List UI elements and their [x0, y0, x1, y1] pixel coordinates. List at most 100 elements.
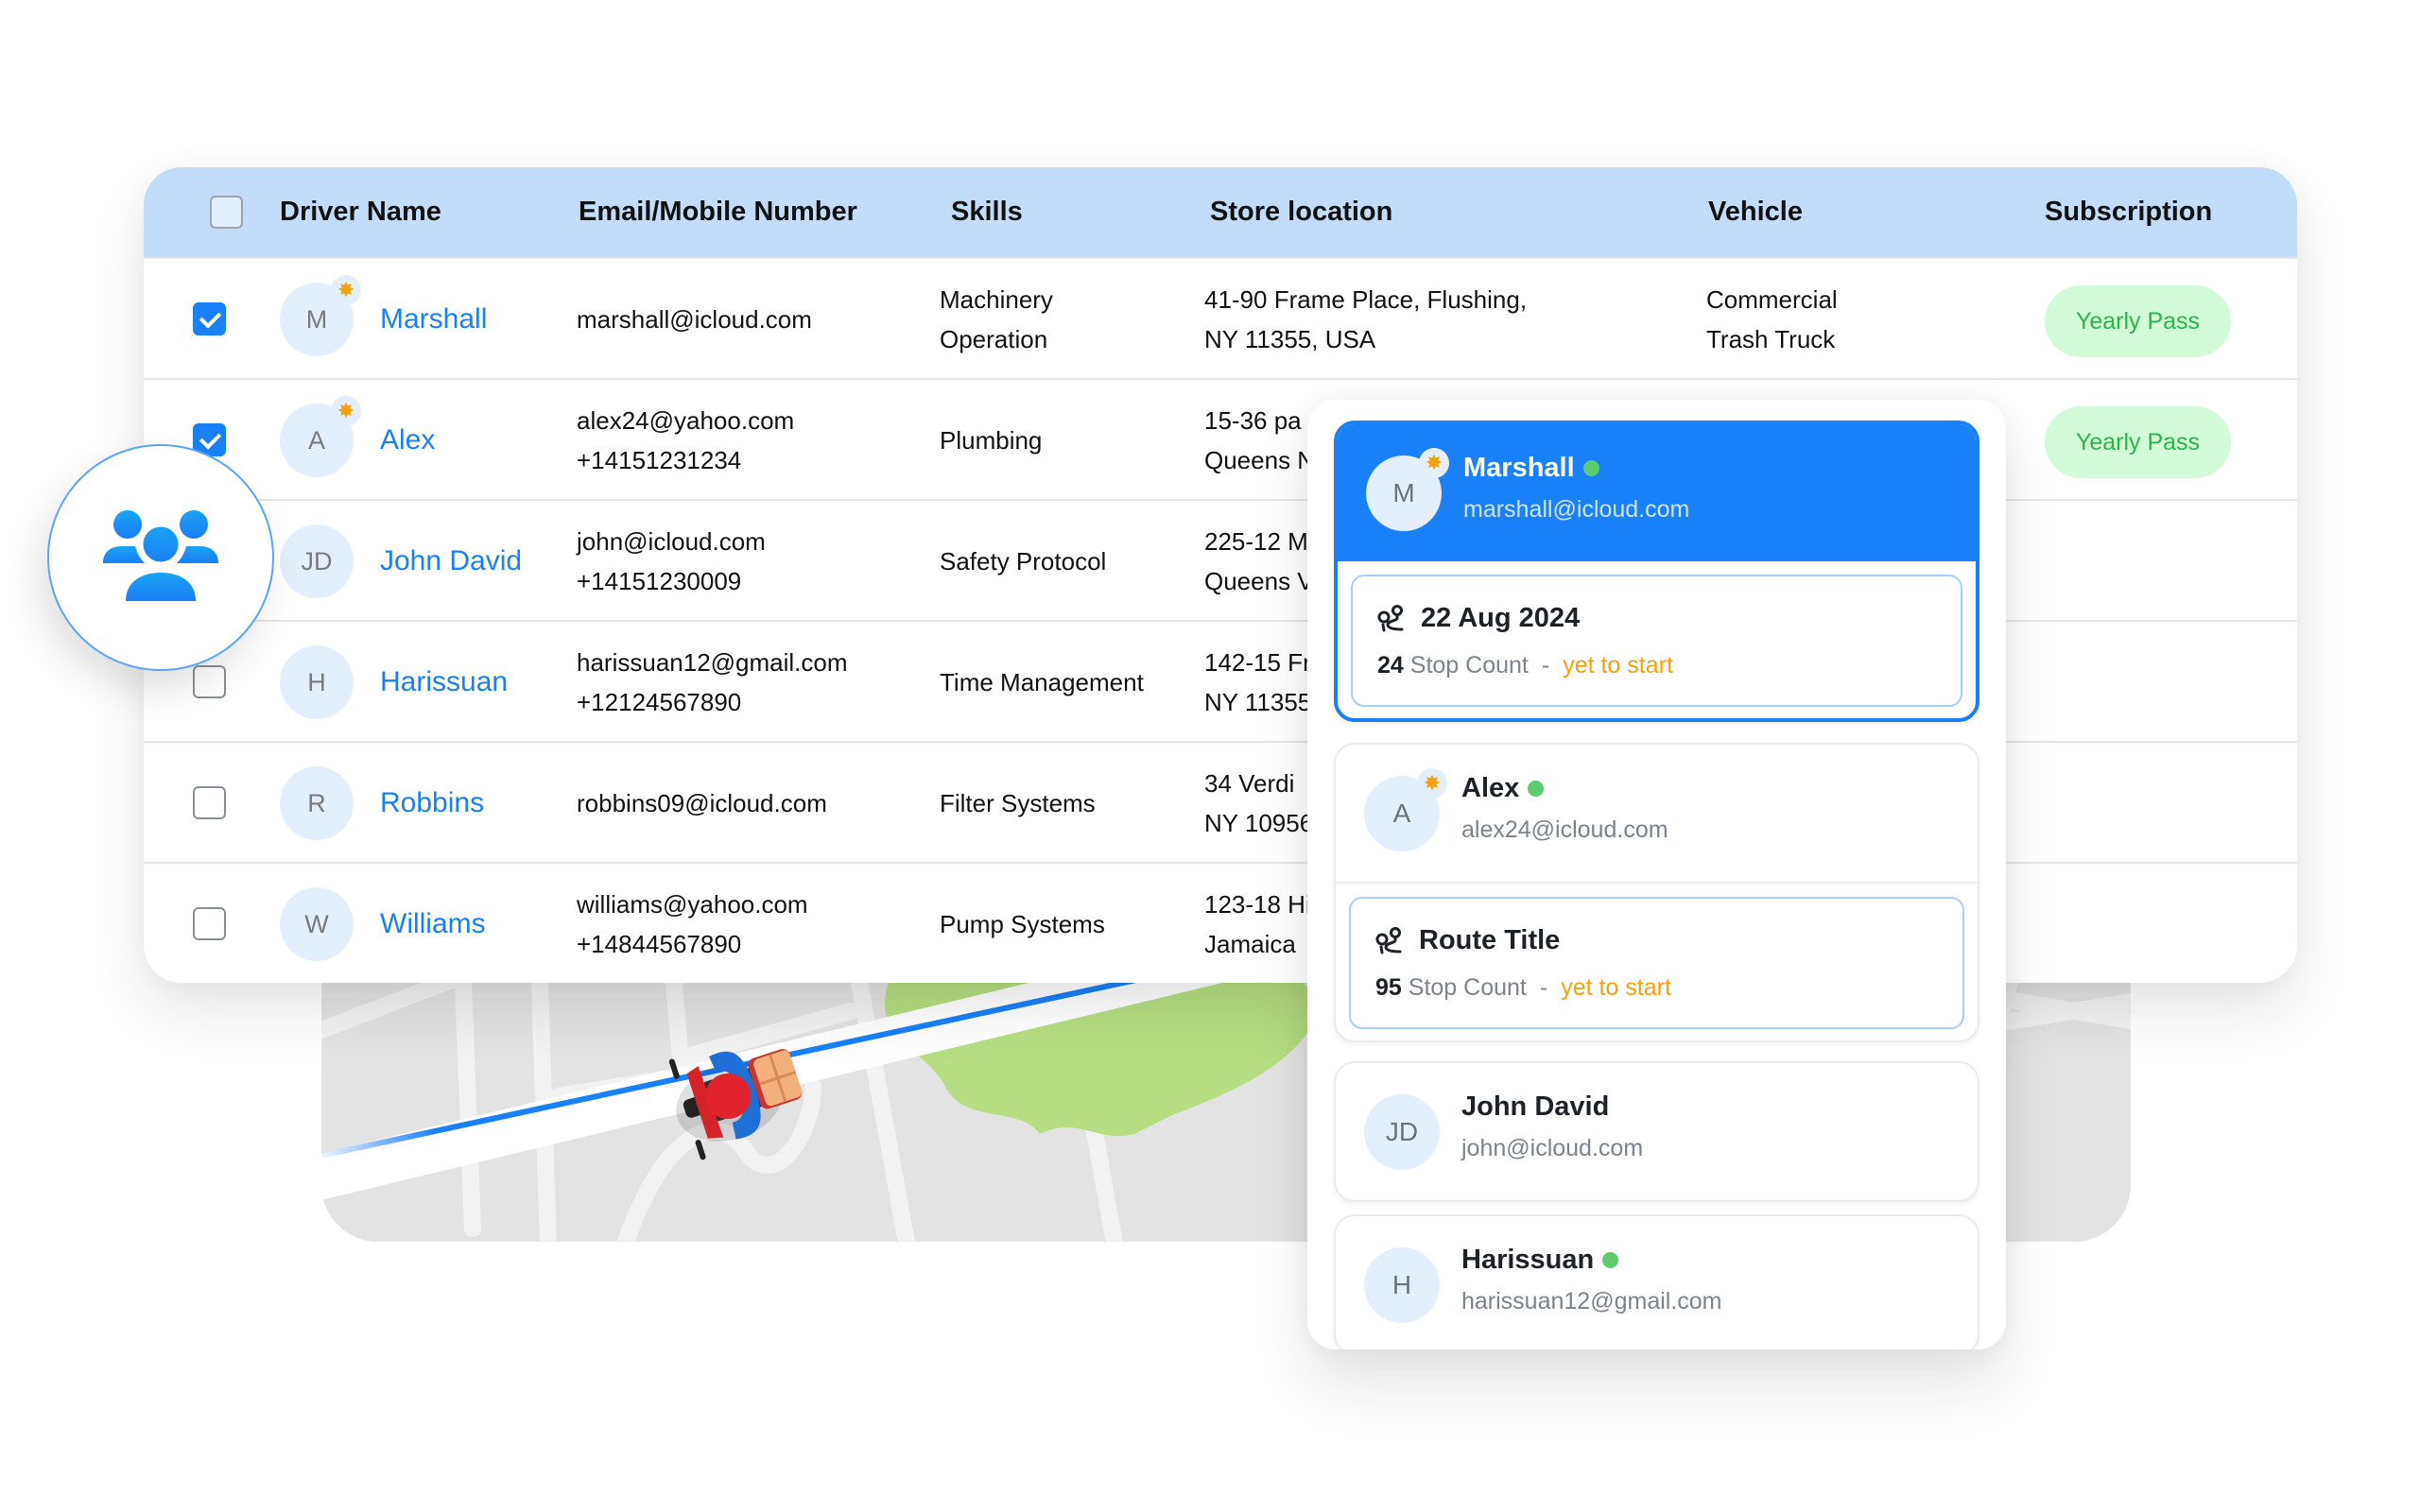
driver-name-link[interactable]: Marshall — [380, 259, 487, 380]
route-title-text: Route Title — [1419, 925, 1561, 955]
avatar-initials: JD — [1385, 1117, 1419, 1146]
skill-line: Plumbing — [940, 426, 1043, 455]
route-title-text: 22 Aug 2024 — [1421, 603, 1581, 633]
avatar: A ✸ — [280, 396, 361, 477]
store-line: 225-12 M — [1204, 527, 1308, 556]
avatar: M ✸ — [280, 275, 361, 356]
driver-card-header: JD John David john@icloud.com — [1336, 1063, 1978, 1200]
store-location-cell: 15-36 pa Queens N — [1204, 380, 1315, 501]
store-line: 142-15 Fr — [1204, 648, 1311, 677]
store-line: NY 11355, — [1204, 688, 1319, 716]
row-checkbox[interactable] — [193, 302, 226, 335]
contact-line: +14151230009 — [577, 567, 742, 595]
contact-line: williams@yahoo.com — [577, 890, 808, 919]
column-header-driver-name[interactable]: Driver Name — [280, 167, 441, 257]
avatar: H — [1364, 1247, 1440, 1323]
driver-name-link[interactable]: Alex — [380, 380, 435, 501]
route-title: 22 Aug 2024 — [1377, 603, 1580, 634]
driver-name-text: Alex — [1461, 773, 1520, 803]
driver-email: john@icloud.com — [1461, 1135, 1644, 1161]
column-header-skills[interactable]: Skills — [951, 167, 1023, 257]
vehicle-line: Trash Truck — [1706, 325, 1836, 353]
route-status: yet to start — [1561, 974, 1671, 1001]
online-status-dot — [1582, 460, 1599, 476]
skills-cell: Safety Protocol — [940, 501, 1106, 622]
subscription-badge: Yearly Pass — [2045, 285, 2231, 357]
driver-card-header: M ✸ Marshall marshall@icloud.com — [1338, 424, 1976, 561]
stop-count-label: Stop Count — [1408, 974, 1527, 1001]
store-location-cell: 34 Verdi NY 10956 — [1204, 743, 1313, 864]
avatar-initials: M — [1392, 478, 1415, 507]
driver-card[interactable]: M ✸ Marshall marshall@icloud.com 22 Aug 2024… — [1334, 421, 1979, 722]
driver-name-link[interactable]: Williams — [380, 864, 486, 983]
skill-line: Machinery — [940, 285, 1053, 314]
store-line: 34 Verdi — [1204, 769, 1295, 798]
star-badge-icon: ✸ — [1419, 448, 1449, 478]
subscription-badge: Yearly Pass — [2045, 406, 2231, 478]
store-line: NY 10956 — [1204, 809, 1314, 837]
store-line: Queens V — [1204, 567, 1314, 595]
avatar: H — [280, 645, 354, 719]
store-line: NY 11355, USA — [1204, 325, 1376, 353]
column-header-vehicle[interactable]: Vehicle — [1708, 167, 1803, 257]
driver-card-header: H Harissuan harissuan12@gmail.com — [1336, 1216, 1978, 1349]
avatar: JD — [280, 524, 354, 598]
contact-line: +14844567890 — [577, 930, 742, 958]
driver-card[interactable]: JD John David john@icloud.com — [1334, 1061, 1979, 1202]
driver-name: Harissuan — [1461, 1245, 1619, 1276]
skill-line: Filter Systems — [940, 789, 1096, 817]
column-header-contact[interactable]: Email/Mobile Number — [579, 167, 857, 257]
table-row[interactable]: M ✸ Marshall marshall@icloud.com Machinery Op… — [144, 257, 2297, 378]
driver-name-text: John David — [1461, 1091, 1610, 1122]
stop-count: 95 — [1375, 974, 1402, 1001]
avatar: A ✸ — [1364, 768, 1447, 851]
avatar-initials: R — [307, 788, 326, 817]
stop-count: 24 — [1377, 652, 1404, 679]
vehicle-cell: Commercial Trash Truck — [1706, 259, 1838, 380]
driver-name: Alex — [1461, 773, 1545, 804]
driver-name-link[interactable]: John David — [380, 501, 522, 622]
contact-line: alex24@yahoo.com — [577, 406, 795, 435]
driver-name: Marshall — [1463, 453, 1599, 484]
driver-group-badge[interactable] — [47, 444, 274, 671]
contact-line: robbins09@icloud.com — [577, 789, 827, 817]
driver-email: alex24@icloud.com — [1461, 816, 1668, 843]
row-checkbox[interactable] — [193, 665, 226, 698]
contact-line: john@icloud.com — [577, 527, 766, 556]
skill-line: Safety Protocol — [940, 547, 1107, 576]
contact-cell: williams@yahoo.com +14844567890 — [577, 864, 808, 983]
contact-cell: john@icloud.com +14151230009 — [577, 501, 766, 622]
store-line: 41-90 Frame Place, Flushing, — [1204, 285, 1528, 314]
driver-card[interactable]: A ✸ Alex alex24@icloud.com Route Title 95 Sto… — [1334, 743, 1979, 1042]
avatar-initials: H — [307, 667, 326, 696]
vehicle-line: Commercial — [1706, 285, 1838, 314]
avatar-initials: A — [307, 425, 325, 455]
driver-card-header: A ✸ Alex alex24@icloud.com — [1336, 745, 1978, 882]
avatar: M ✸ — [1366, 448, 1449, 531]
stop-count-label: Stop Count — [1409, 652, 1529, 679]
star-badge-icon: ✸ — [331, 396, 361, 426]
online-status-dot — [1602, 1252, 1619, 1268]
route-card[interactable]: Route Title 95 Stop Count - yet to start — [1349, 897, 1964, 1029]
driver-card[interactable]: H Harissuan harissuan12@gmail.com — [1334, 1214, 1979, 1349]
skills-cell: Filter Systems — [940, 743, 1096, 864]
driver-name-link[interactable]: Harissuan — [380, 622, 508, 743]
store-line: 15-36 pa — [1204, 406, 1302, 435]
select-all-checkbox[interactable] — [210, 196, 243, 229]
avatar-initials: A — [1392, 799, 1411, 828]
route-title: Route Title — [1375, 925, 1560, 956]
route-meta: 95 Stop Count - yet to start — [1375, 974, 1671, 1002]
column-header-subscription[interactable]: Subscription — [2045, 167, 2212, 257]
avatar: W — [280, 887, 354, 961]
column-header-store-location[interactable]: Store location — [1210, 167, 1392, 257]
driver-name-link[interactable]: Robbins — [380, 743, 484, 864]
contact-line: +14151231234 — [577, 446, 742, 474]
driver-name: John David — [1461, 1091, 1609, 1123]
skill-line: Operation — [940, 325, 1048, 353]
contact-cell: marshall@icloud.com — [577, 259, 812, 380]
row-checkbox[interactable] — [193, 786, 226, 819]
row-checkbox[interactable] — [193, 907, 226, 940]
driver-routes-panel: M ✸ Marshall marshall@icloud.com 22 Aug 2024… — [1307, 400, 2006, 1349]
online-status-dot — [1528, 781, 1545, 797]
route-card[interactable]: 22 Aug 2024 24 Stop Count - yet to start — [1351, 575, 1962, 707]
